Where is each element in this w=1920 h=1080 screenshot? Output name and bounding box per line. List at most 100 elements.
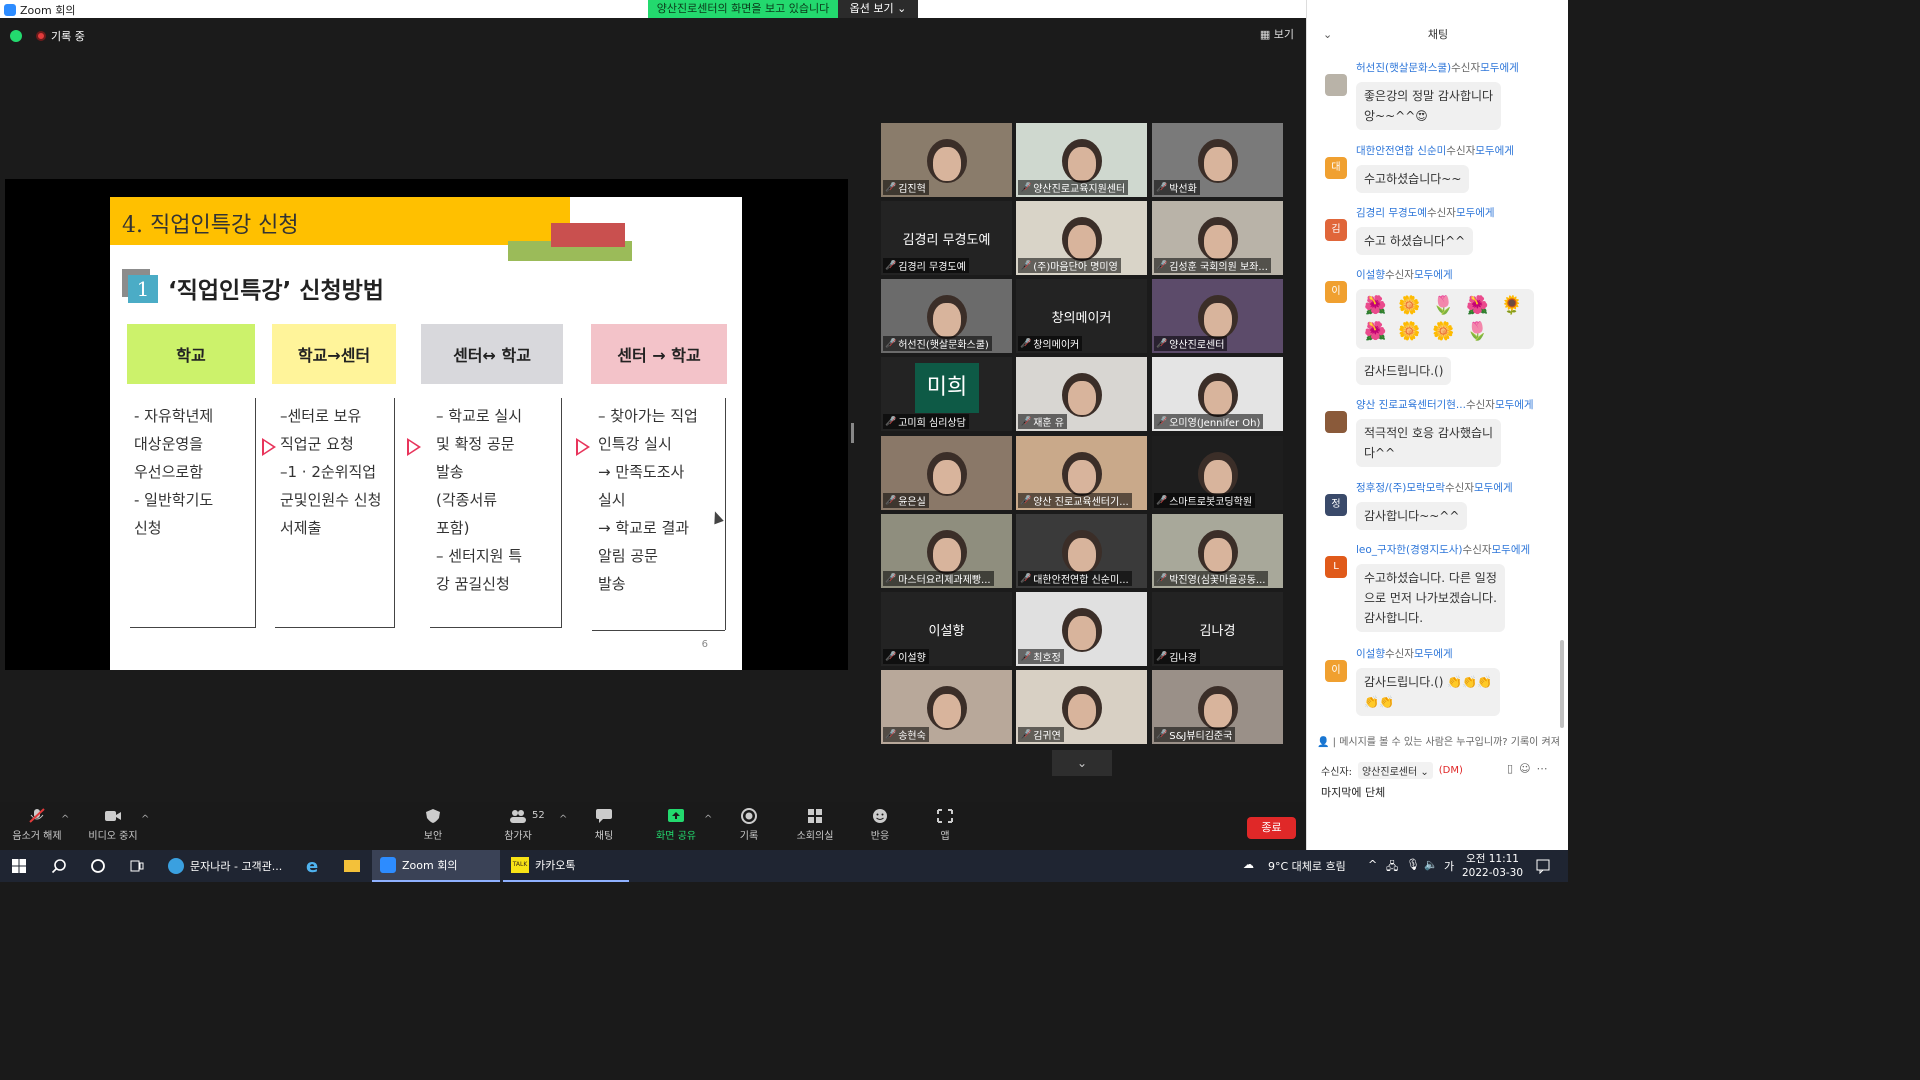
- file-icon[interactable]: ▯: [1507, 762, 1519, 775]
- view-button[interactable]: ▦ 보기: [1260, 26, 1294, 42]
- recipient-label: 수신자:: [1321, 767, 1352, 778]
- participant-tile[interactable]: 김경리 무경도예 🎤̸ 김경리 무경도예: [881, 201, 1012, 275]
- message-bubble[interactable]: 🌺 🌼 🌷 🌺 🌻 🌺 🌼 🌼 🌷: [1356, 289, 1534, 349]
- video-options-caret-icon[interactable]: ^: [141, 814, 149, 825]
- participant-tile[interactable]: 🎤̸ 양산진로센터: [1152, 279, 1283, 353]
- participant-tile[interactable]: 🎤̸ 최호정: [1016, 592, 1147, 666]
- participant-tile[interactable]: 🎤̸ S&J뷰티김준국: [1152, 670, 1283, 744]
- volume-icon[interactable]: 🔈: [1424, 858, 1438, 871]
- message-bubble[interactable]: 수고 하셨습니다^^: [1356, 227, 1474, 255]
- security-label: 보안: [423, 831, 443, 842]
- participant-display-name: 이설향: [928, 624, 965, 639]
- emoji-icon[interactable]: ☺: [1519, 762, 1536, 775]
- apps-button[interactable]: 앱: [905, 808, 985, 842]
- participant-face: [1204, 694, 1232, 728]
- participant-name: 양산 진로교육센터기...: [1033, 497, 1129, 508]
- mic-muted-icon: 🎤̸: [1156, 260, 1168, 271]
- participant-tile[interactable]: 🎤̸ 박진영(심꽃마을공동...: [1152, 514, 1283, 588]
- message-bubble[interactable]: 감사드립니다.() 👏👏👏 👏👏: [1356, 668, 1501, 716]
- microphone-icon[interactable]: 🎙: [1406, 858, 1420, 871]
- sender-name[interactable]: 대한안전연합 신순미: [1356, 145, 1446, 157]
- participant-tile[interactable]: 🎤̸ 스마트로봇코딩학원: [1152, 436, 1283, 510]
- message-sender: 김경리 무경도예수신자모두에게: [1356, 205, 1495, 220]
- audio-options-caret-icon[interactable]: ^: [61, 814, 69, 825]
- sender-name[interactable]: 허선진(햇살문화스쿨): [1356, 62, 1451, 74]
- end-meeting-button[interactable]: 종료: [1247, 817, 1296, 839]
- participant-name: 김나경: [1169, 653, 1197, 664]
- participant-name-tag: 🎤̸ 양산 진로교육센터기...: [1018, 493, 1132, 508]
- gallery-next-page-chevron-icon[interactable]: ⌄: [1052, 750, 1112, 776]
- to-label: 수신자: [1445, 482, 1474, 494]
- chat-message-input[interactable]: 마지막에 단체: [1321, 784, 1385, 800]
- participant-tile[interactable]: 미희 🎤̸ 고미희 심리상담: [881, 357, 1012, 431]
- sender-name[interactable]: leo_구자한(경영지도사): [1356, 544, 1463, 556]
- tray-expand-icon[interactable]: ^: [1368, 858, 1377, 871]
- participant-name: 송현숙: [898, 731, 926, 742]
- splitter-handle[interactable]: [851, 423, 854, 443]
- system-clock[interactable]: 오전 11:11 2022-03-30: [1462, 852, 1523, 880]
- taskbar-app-browser[interactable]: 문자나라 - 고객관...: [160, 850, 290, 882]
- message-bubble[interactable]: 수고하셨습니다. 다른 일정 으로 먼저 나가보겠습니다. 감사합니다.: [1356, 564, 1505, 632]
- participant-name: 양산진로센터: [1169, 340, 1225, 351]
- sender-name[interactable]: 이설향: [1356, 269, 1385, 281]
- more-icon[interactable]: ⋯: [1537, 762, 1554, 775]
- weather-cloud-icon[interactable]: ☁: [1243, 858, 1254, 871]
- participant-tile[interactable]: 🎤̸ 김진혁: [881, 123, 1012, 197]
- participant-tile[interactable]: 김나경 🎤̸ 김나경: [1152, 592, 1283, 666]
- view-options-button[interactable]: 옵션 보기 ⌄: [838, 0, 918, 18]
- message-bubble[interactable]: 적극적인 호응 감사했습니 다^^: [1356, 419, 1502, 467]
- participant-tile[interactable]: 🎤̸ 재훈 유: [1016, 357, 1147, 431]
- notification-icon[interactable]: [1535, 858, 1551, 874]
- recipient-select[interactable]: 양산진로센터 ⌄: [1357, 762, 1433, 779]
- ime-indicator[interactable]: 가: [1444, 858, 1454, 874]
- cortana-icon[interactable]: [90, 858, 106, 874]
- message-bubble[interactable]: 감사드립니다.(): [1356, 357, 1452, 385]
- message-sender: 이설향수신자모두에게: [1356, 267, 1453, 282]
- taskbar-app-explorer[interactable]: [336, 850, 368, 882]
- section-number-box: 1: [122, 269, 158, 303]
- chat-tools: ▯☺⋯: [1507, 762, 1554, 775]
- chat-privacy-note[interactable]: 👤 | 메시지를 볼 수 있는 사람은 누구입니까? 기록이 켜져: [1317, 733, 1565, 748]
- participant-tile[interactable]: 🎤̸ 양산진로교육지원센터: [1016, 123, 1147, 197]
- message-bubble[interactable]: 좋은강의 정말 감사합니다 앙~~^^😍: [1356, 82, 1502, 130]
- task-view-icon[interactable]: [129, 858, 145, 874]
- taskbar-app-kakaotalk[interactable]: TALK 카카오톡: [503, 850, 629, 882]
- windows-start-icon[interactable]: [11, 858, 27, 874]
- shield-icon: [426, 809, 440, 823]
- participant-tile[interactable]: 창의메이커 🎤̸ 창의메이커: [1016, 279, 1147, 353]
- participant-tile[interactable]: 🎤̸ 송현숙: [881, 670, 1012, 744]
- participant-tile[interactable]: 🎤̸ 양산 진로교육센터기...: [1016, 436, 1147, 510]
- participant-tile[interactable]: 🎤̸ 김귀연: [1016, 670, 1147, 744]
- participant-tile[interactable]: 🎤̸ 박선화: [1152, 123, 1283, 197]
- participant-tile[interactable]: 이설향 🎤̸ 이설향: [881, 592, 1012, 666]
- column-body-center-to-school: – 찾아가는 직업 인특강 실시 → 만족도조사 실시 → 학교로 결과 알림 …: [598, 407, 698, 593]
- security-button[interactable]: 보안: [393, 808, 473, 842]
- sender-name[interactable]: 김경리 무경도예: [1356, 207, 1427, 219]
- sender-name[interactable]: 정후정/(주)모락모락: [1356, 482, 1445, 494]
- message-bubble[interactable]: 감사합니다~~^^: [1356, 502, 1468, 530]
- sender-name[interactable]: 이설향: [1356, 648, 1385, 660]
- participants-button[interactable]: 참가자: [478, 808, 558, 842]
- participant-display-name: 김나경: [1199, 624, 1236, 639]
- screen: Zoom 회의 양산진로센터의 화면을 보고 있습니다 옵션 보기 ⌄ – ❐ …: [0, 0, 1568, 882]
- network-icon[interactable]: 🖧: [1386, 858, 1398, 877]
- participant-tile[interactable]: 🎤̸ (주)마음단아 명미영: [1016, 201, 1147, 275]
- chat-button[interactable]: 채팅: [564, 808, 644, 842]
- participant-tile[interactable]: 🎤̸ 마스터요리제과제빵...: [881, 514, 1012, 588]
- message-bubble[interactable]: 수고하셨습니다~~: [1356, 165, 1470, 193]
- participant-tile[interactable]: 🎤̸ 윤은실: [881, 436, 1012, 510]
- taskbar-app-ie[interactable]: e: [298, 850, 326, 882]
- participant-tile[interactable]: 🎤̸ 허선진(햇살문화스쿨): [881, 279, 1012, 353]
- shield-icon[interactable]: [10, 30, 22, 42]
- recording-indicator[interactable]: 기록 중: [36, 28, 85, 44]
- weather-text[interactable]: 9°C 대체로 흐림: [1268, 858, 1346, 874]
- participant-tile[interactable]: 🎤̸ 김성훈 국회의원 보좌...: [1152, 201, 1283, 275]
- participant-tile[interactable]: 🎤̸ 대한안전연합 신순미...: [1016, 514, 1147, 588]
- search-icon[interactable]: [51, 858, 67, 874]
- column-bottom-line: [130, 627, 255, 628]
- view-label: 보기: [1273, 28, 1294, 41]
- chat-scrollbar[interactable]: [1560, 640, 1564, 728]
- taskbar-app-zoom[interactable]: Zoom 회의: [372, 850, 500, 882]
- participant-tile[interactable]: 🎤̸ 오미영(Jennifer Oh): [1152, 357, 1283, 431]
- sender-name[interactable]: 양산 진로교육센터기현...: [1356, 399, 1466, 411]
